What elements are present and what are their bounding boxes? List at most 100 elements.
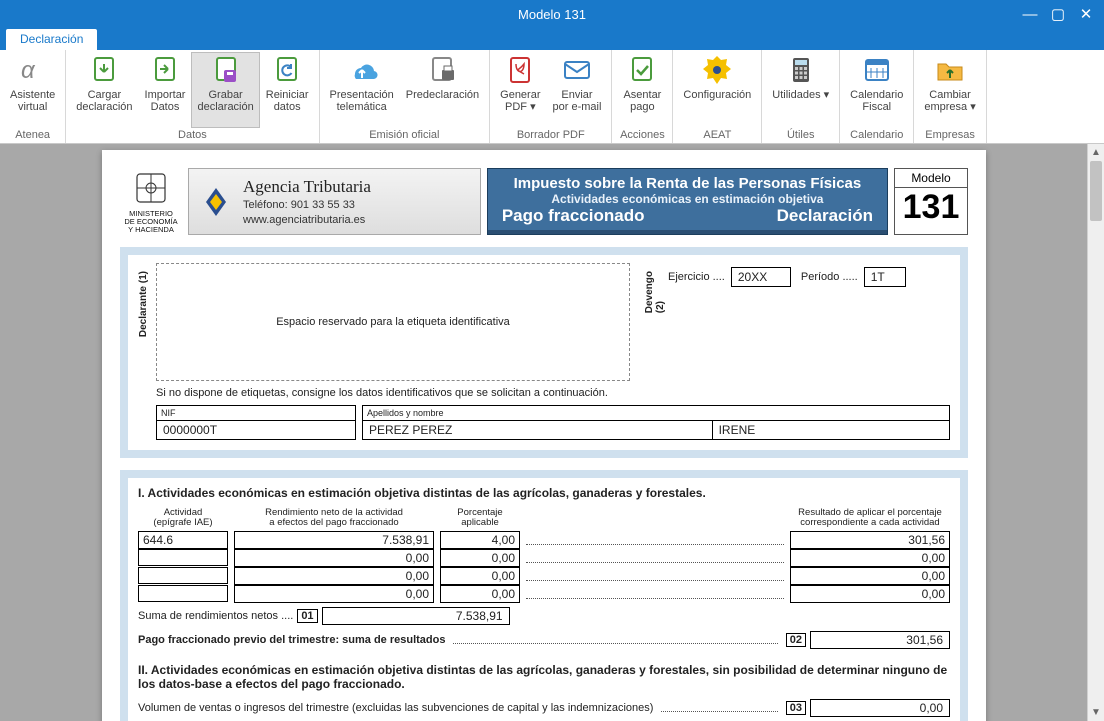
bluebox-l3b: Declaración [777,206,873,226]
apellidos-field[interactable]: PEREZ PEREZ [362,421,713,440]
pago-code: 02 [786,633,806,647]
table-cell[interactable]: 0,00 [790,567,950,585]
table-cell[interactable]: 7.538,91 [234,531,434,549]
ribbon-group-label: AEAT [677,128,757,143]
asistente-virtual[interactable]: αAsistente virtual [4,52,61,128]
table-cell[interactable]: 0,00 [234,567,434,585]
section-i: I. Actividades económicas en estimación … [120,470,968,721]
modelo-label: Modelo [895,171,967,188]
configuracion[interactable]: Configuración [677,52,757,128]
maximize-button[interactable]: ▢ [1044,0,1072,28]
agencia-box: Agencia Tributaria Teléfono: 901 33 55 3… [188,168,481,235]
table-cell[interactable]: 301,56 [790,531,950,549]
close-button[interactable]: ✕ [1072,0,1100,28]
asentar-pago[interactable]: Asentar pago [616,52,668,128]
table-cell[interactable]: 0,00 [440,567,520,585]
ribbon-group-label: Acciones [616,128,668,143]
sec2-title: II. Actividades económicas en estimación… [138,663,950,691]
etiqueta-aviso: Si no dispone de etiquetas, consigne los… [156,387,950,399]
ribbon-group-label: Calendario [844,128,909,143]
volumen-label: Volumen de ventas o ingresos del trimest… [138,702,653,714]
agencia-web: www.agenciatributaria.es [243,213,371,227]
table-header: Porcentaje aplicable [440,508,520,531]
window-title: Modelo 131 [518,7,586,22]
periodo-field[interactable]: 1T [864,267,906,287]
suma-label: Suma de rendimientos netos .... [138,610,293,622]
volumen-val[interactable]: 0,00 [810,699,950,717]
ribbon-tabs: Declaración [0,28,1104,50]
table-cell[interactable]: 644.6 [138,531,228,549]
devengo-side-label: Devengo (2) [644,271,666,313]
table-cell[interactable]: 0,00 [790,585,950,603]
nombre-field[interactable]: IRENE [713,421,950,440]
table-cell[interactable]: 4,00 [440,531,520,549]
table-cell[interactable] [138,567,228,584]
ejercicio-field[interactable]: 20XX [731,267,791,287]
enviar-email[interactable]: Enviar por e-mail [547,52,608,128]
ejercicio-label: Ejercicio .... [668,271,725,283]
scroll-down-icon[interactable]: ▼ [1088,704,1104,721]
pago-val[interactable]: 301,56 [810,631,950,649]
ribbon-group-label: Empresas [918,128,981,143]
vertical-scrollbar[interactable]: ▲ ▼ [1087,144,1104,721]
ribbon-group-label: Emisión oficial [324,128,486,143]
table-header: Rendimiento neto de la actividad a efect… [234,508,434,531]
ribbon-group-label: Borrador PDF [494,128,607,143]
table-cell[interactable]: 0,00 [234,585,434,603]
form-page: MINISTERIO DE ECONOMÍA Y HACIENDA Agenci… [102,150,986,721]
table-header: Resultado de aplicar el porcentaje corre… [790,508,950,531]
suma-code: 01 [297,609,317,623]
table-cell[interactable] [138,585,228,602]
declarante-side-label: Declarante (1) [138,271,149,337]
reiniciar-datos[interactable]: Reiniciar datos [260,52,315,128]
minimize-button[interactable]: — [1016,0,1044,28]
ministerio-label: MINISTERIO DE ECONOMÍA Y HACIENDA [120,210,182,234]
modelo-box: Modelo 131 [894,168,968,235]
svg-text:α: α [21,57,36,84]
tab-declaracion[interactable]: Declaración [6,29,97,50]
table-cell[interactable]: 0,00 [790,549,950,567]
calendario-fiscal[interactable]: Calendario Fiscal [844,52,909,128]
pago-label: Pago fraccionado previo del trimestre: s… [138,634,445,646]
predeclaracion[interactable]: Predeclaración [400,52,485,128]
nif-row: NIF 0000000T Apellidos y nombre PEREZ PE… [156,405,950,440]
scroll-up-icon[interactable]: ▲ [1088,144,1104,161]
ribbon-group-label: Datos [70,128,314,143]
nif-field[interactable]: 0000000T [156,421,356,440]
aeat-logo-icon [199,185,233,219]
cargar-declaracion[interactable]: Cargar declaración [70,52,138,128]
table-cell[interactable] [138,549,228,566]
table-cell[interactable]: 0,00 [440,585,520,603]
table-cell[interactable]: 0,00 [440,549,520,567]
escudo-icon [131,168,171,208]
nif-label: NIF [156,405,356,421]
ministerio-escudo: MINISTERIO DE ECONOMÍA Y HACIENDA [120,168,182,235]
utilidades[interactable]: Utilidades ▾ [766,52,835,128]
bluebox-l3a: Pago fraccionado [502,206,645,226]
section-declarante: Declarante (1) Espacio reservado para la… [120,247,968,458]
scroll-thumb[interactable] [1090,161,1102,221]
sec1-title: I. Actividades económicas en estimación … [138,486,950,500]
bluebox-l2: Actividades económicas en estimación obj… [498,192,877,206]
modelo-number: 131 [895,190,967,224]
importar-datos[interactable]: Importar Datos [139,52,192,128]
suma-val[interactable]: 7.538,91 [322,607,510,625]
presentacion-telematica[interactable]: Presentación telemática [324,52,400,128]
titulo-impuesto: Impuesto sobre la Renta de las Personas … [487,168,888,235]
apellidos-label: Apellidos y nombre [362,405,950,421]
generar-pdf[interactable]: Generar PDF ▾ [494,52,546,128]
volumen-code: 03 [786,701,806,715]
etiqueta-placeholder: Espacio reservado para la etiqueta ident… [156,263,630,381]
table-cell[interactable]: 0,00 [234,549,434,567]
ribbon-group-label: Atenea [4,128,61,143]
bluebox-l1: Impuesto sobre la Renta de las Personas … [498,175,877,192]
cambiar-empresa[interactable]: Cambiar empresa ▾ [918,52,981,128]
agencia-name: Agencia Tributaria [243,176,371,198]
agencia-telefono: Teléfono: 901 33 55 33 [243,198,371,212]
grabar-declaracion[interactable]: Grabar declaración [191,52,259,128]
periodo-label: Período ..... [801,271,858,283]
ribbon-group-label: Útiles [766,128,835,143]
titlebar: Modelo 131 — ▢ ✕ [0,0,1104,28]
table-header: Actividad (epígrafe IAE) [138,508,228,531]
ribbon: αAsistente virtualAtenea Cargar declaraci… [0,50,1104,144]
